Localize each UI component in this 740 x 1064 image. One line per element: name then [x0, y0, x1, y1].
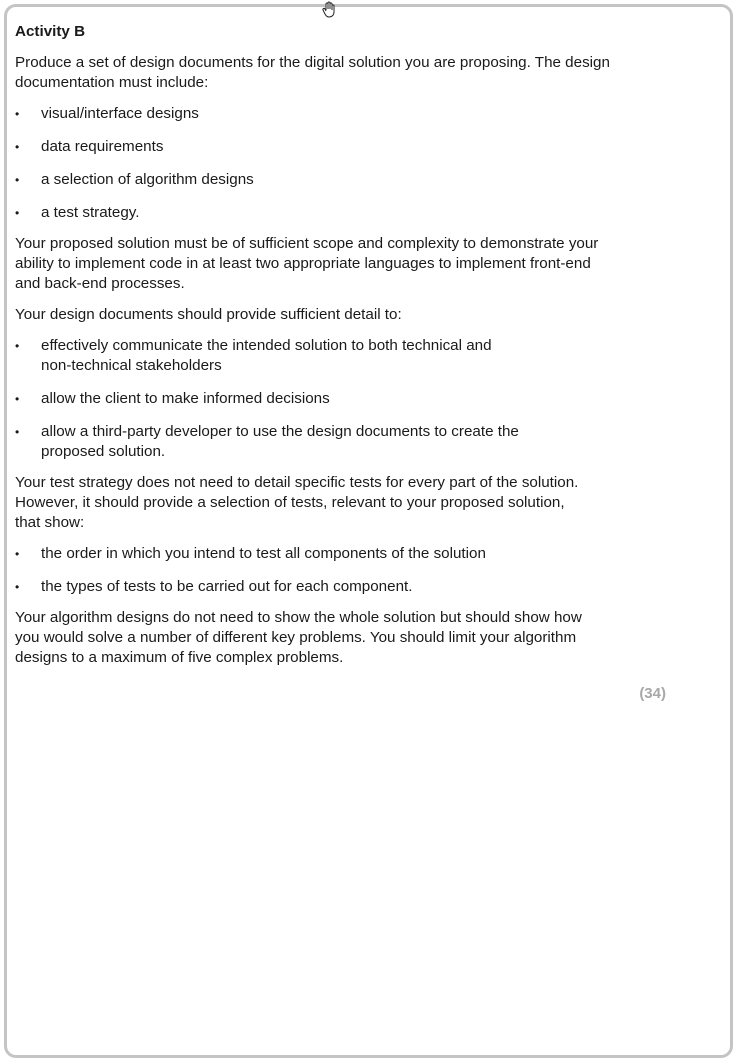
- list-item-text: the order in which you intend to test al…: [41, 545, 486, 562]
- list-item: • data requirements: [15, 137, 655, 157]
- bullet-icon: •: [15, 173, 20, 187]
- list-item: • effectively communicate the intended so…: [15, 336, 655, 376]
- hand-pointer-icon: [320, 1, 338, 19]
- list-item: • a test strategy.: [15, 203, 655, 223]
- bullet-icon: •: [15, 339, 20, 353]
- bullet-icon: •: [15, 140, 20, 154]
- bullet-icon: •: [15, 425, 20, 439]
- list-item-text: visual/interface designs: [41, 105, 199, 122]
- list-item: • the types of tests to be carried out fo…: [15, 577, 655, 597]
- test-strategy-paragraph: Your test strategy does not need to deta…: [15, 474, 579, 531]
- test-list: • the order in which you intend to test a…: [15, 544, 655, 597]
- list-item: • visual/interface designs: [15, 104, 655, 124]
- algorithm-paragraph: Your algorithm designs do not need to sh…: [15, 609, 582, 666]
- list-item: • the order in which you intend to test a…: [15, 544, 655, 564]
- list-item-text: a selection of algorithm designs: [41, 171, 254, 188]
- list-item: • allow the client to make informed decis…: [15, 389, 655, 409]
- design-docs-list: • visual/interface designs • data requirem…: [15, 104, 655, 223]
- intro-paragraph: Produce a set of design documents for th…: [15, 54, 610, 91]
- list-item: • allow a third-party developer to use th…: [15, 422, 655, 462]
- list-item-text: effectively communicate the intended sol…: [41, 337, 492, 374]
- bullet-icon: •: [15, 107, 20, 121]
- activity-content: Activity B Produce a set of design docum…: [15, 22, 655, 679]
- detail-list: • effectively communicate the intended so…: [15, 336, 655, 462]
- marks-total: (34): [639, 685, 666, 702]
- bullet-icon: •: [15, 206, 20, 220]
- list-item: • a selection of algorithm designs: [15, 170, 655, 190]
- bullet-icon: •: [15, 580, 20, 594]
- list-item-text: allow a third-party developer to use the…: [41, 423, 519, 460]
- list-item-text: data requirements: [41, 138, 164, 155]
- bullet-icon: •: [15, 547, 20, 561]
- list-item-text: a test strategy.: [41, 204, 140, 221]
- detail-paragraph: Your design documents should provide suf…: [15, 306, 402, 323]
- bullet-icon: •: [15, 392, 20, 406]
- activity-heading: Activity B: [15, 23, 86, 40]
- list-item-text: allow the client to make informed decisi…: [41, 390, 330, 407]
- scope-paragraph: Your proposed solution must be of suffic…: [15, 235, 599, 292]
- list-item-text: the types of tests to be carried out for…: [41, 578, 413, 595]
